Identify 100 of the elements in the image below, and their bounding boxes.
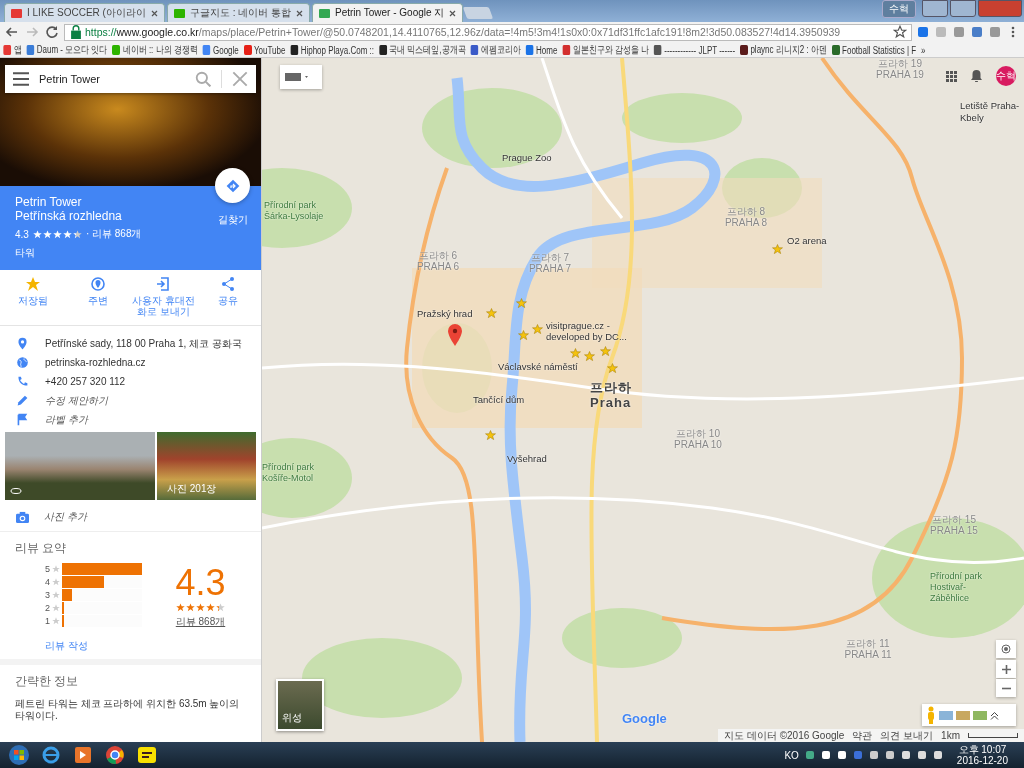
tab-favicon-icon [173, 8, 185, 18]
apps-grid-icon[interactable] [946, 70, 957, 82]
action-link[interactable]: 수정 제안하기 [45, 393, 108, 408]
tray-icon[interactable] [900, 750, 911, 760]
park-label: Přírodní park Šárka-Lysolaje [264, 200, 325, 222]
close-icon[interactable] [296, 9, 304, 17]
scale-label: 1km [941, 730, 960, 741]
bookmark-link[interactable]: Football Statistics | F [831, 44, 917, 56]
bookmark-link[interactable]: 앱 [3, 43, 22, 57]
bookmark-link[interactable]: Google [202, 44, 239, 56]
place-label: Václavské náměstí [498, 361, 578, 372]
write-review-link[interactable]: 리뷰 작성 [45, 639, 88, 653]
browser-tab[interactable]: 구글지도 : 네이버 통합 [166, 3, 311, 22]
bookmark-link[interactable]: 에펨코리아 [470, 43, 521, 57]
star-icon [186, 603, 195, 612]
menu-icon[interactable] [13, 71, 29, 87]
star-marker-icon [516, 298, 527, 309]
browser-tab[interactable]: Petrin Tower - Google 지 [312, 3, 464, 22]
my-location-button[interactable] [996, 640, 1016, 658]
bookmark-link[interactable]: 네이버 :: 나의 경쟁력 [112, 43, 198, 57]
map-attribution: 지도 데이터 ©2016 Google [724, 728, 845, 742]
bookmark-link[interactable]: 국내 믹스테잎,공개곡 [378, 43, 466, 57]
clock-time[interactable]: 오후 10:07 [958, 744, 1007, 755]
start-button-icon[interactable] [6, 744, 32, 766]
layer-thumbnail-icon[interactable] [956, 710, 970, 720]
bookmark-link[interactable]: Home [525, 44, 558, 56]
bookmark-link[interactable]: ------------ JLPT ------ [653, 44, 736, 56]
layer-thumbnail-icon[interactable] [973, 710, 987, 720]
place-name: Petrin Tower [15, 195, 82, 209]
district-label: 프라하 15 PRAHA 15 [929, 514, 979, 536]
bookmark-favicon-icon [3, 45, 12, 55]
review-count[interactable]: · 리뷰 868개 [85, 227, 142, 241]
minimize-button[interactable] [922, 0, 948, 17]
nearby-button[interactable]: 주변 [65, 276, 130, 325]
bookmark-link[interactable]: » [921, 44, 926, 56]
bookmark-link[interactable]: plaync 리니지2 : 아덴 [740, 43, 827, 57]
layer-thumbnail-icon[interactable] [939, 710, 953, 720]
tray-icon[interactable] [884, 750, 895, 760]
rating-level-label: 3 [45, 590, 50, 600]
review-count-link[interactable]: 리뷰 868개 [175, 615, 226, 629]
add-photo-link[interactable]: 사진 추가 [44, 510, 87, 524]
phone-icon [16, 375, 29, 388]
share-icon [220, 276, 237, 292]
save-button[interactable]: 저장됨 [0, 276, 65, 325]
bookmark-link[interactable]: Hiphop Playa.Com :: [290, 44, 374, 56]
user-badge[interactable]: 수혁 [882, 0, 916, 18]
rating-level-label: 4 [45, 577, 50, 587]
keyboard-button[interactable] [280, 65, 322, 89]
bookmark-link[interactable]: Daum - 모으다 잇다 [26, 43, 108, 57]
star-icon [206, 603, 215, 612]
tray-icon[interactable] [916, 750, 927, 760]
bookmark-star-icon[interactable] [893, 25, 907, 39]
bookmark-link[interactable]: 일본친구와 감성을 나 [562, 43, 650, 57]
tray-icon[interactable] [868, 750, 879, 760]
bookmark-favicon-icon [243, 45, 252, 55]
star-marker-icon [486, 308, 497, 319]
send-to-phone-button[interactable]: 사용자 휴대전화로 보내기 [131, 276, 196, 325]
section-title: 간략한 정보 [15, 673, 80, 690]
expand-icon[interactable] [990, 710, 999, 720]
close-icon[interactable] [150, 9, 158, 17]
reload-icon[interactable] [44, 24, 60, 40]
maximize-button[interactable] [950, 0, 976, 17]
bookmark-favicon-icon [653, 45, 662, 55]
tray-icon[interactable] [820, 750, 831, 760]
clock-date[interactable]: 2016-12-20 [956, 755, 1008, 766]
tab-favicon-icon [11, 8, 22, 18]
footer-link[interactable]: 의견 보내기 [880, 728, 934, 742]
tray-icon[interactable] [836, 750, 847, 760]
camera-icon [16, 510, 29, 524]
extension-icon[interactable] [916, 25, 930, 39]
bell-icon[interactable] [971, 70, 982, 82]
city-photo-placeholder[interactable] [5, 432, 155, 500]
bookmark-favicon-icon [112, 45, 121, 55]
extension-icon[interactable] [970, 25, 984, 39]
place-label: Prague Zoo [502, 152, 552, 163]
place-category: 타워 [15, 246, 35, 260]
browser-tab[interactable]: I LIKE SOCCER (아이라이 [4, 3, 165, 22]
bookmark-link[interactable]: YouTube [243, 44, 286, 56]
footer-link[interactable]: 약관 [852, 728, 873, 742]
place-label: visitprague.cz - developed by DC... [546, 320, 628, 342]
tray-icon[interactable] [932, 750, 943, 760]
share-button[interactable]: 공유 [196, 276, 261, 325]
detail-text: +420 257 320 112 [45, 376, 126, 387]
send-to-phone-icon [155, 276, 172, 292]
address-bar[interactable]: https://www.google.co.kr/maps/place/Petrin+Tower/@50.0748201,14.4110765,12.96z/data=!4m5!3m4!1s0x0:0x71df31ffc1afc191!8m2!3d50.083527!4d14.3950939 [64, 23, 912, 41]
star-icon [62, 229, 72, 239]
input-language[interactable]: KO [784, 749, 799, 761]
star-icon [52, 565, 60, 573]
bookmark-favicon-icon [290, 45, 299, 55]
zoom-out-button[interactable] [996, 679, 1016, 697]
bookmark-favicon-icon [378, 45, 387, 55]
satellite-button[interactable]: 위성 [276, 679, 324, 731]
close-icon[interactable] [449, 9, 457, 17]
extension-icon[interactable] [952, 25, 966, 39]
search-field[interactable]: Petrin Tower [5, 65, 256, 93]
city-photo-placeholder[interactable]: 사진 201장 [157, 432, 256, 500]
zoom-in-button[interactable] [996, 660, 1016, 678]
directions-label: 길찾기 [217, 213, 248, 227]
action-link[interactable]: 라벨 추가 [45, 412, 88, 427]
scale-bar [968, 733, 1018, 738]
